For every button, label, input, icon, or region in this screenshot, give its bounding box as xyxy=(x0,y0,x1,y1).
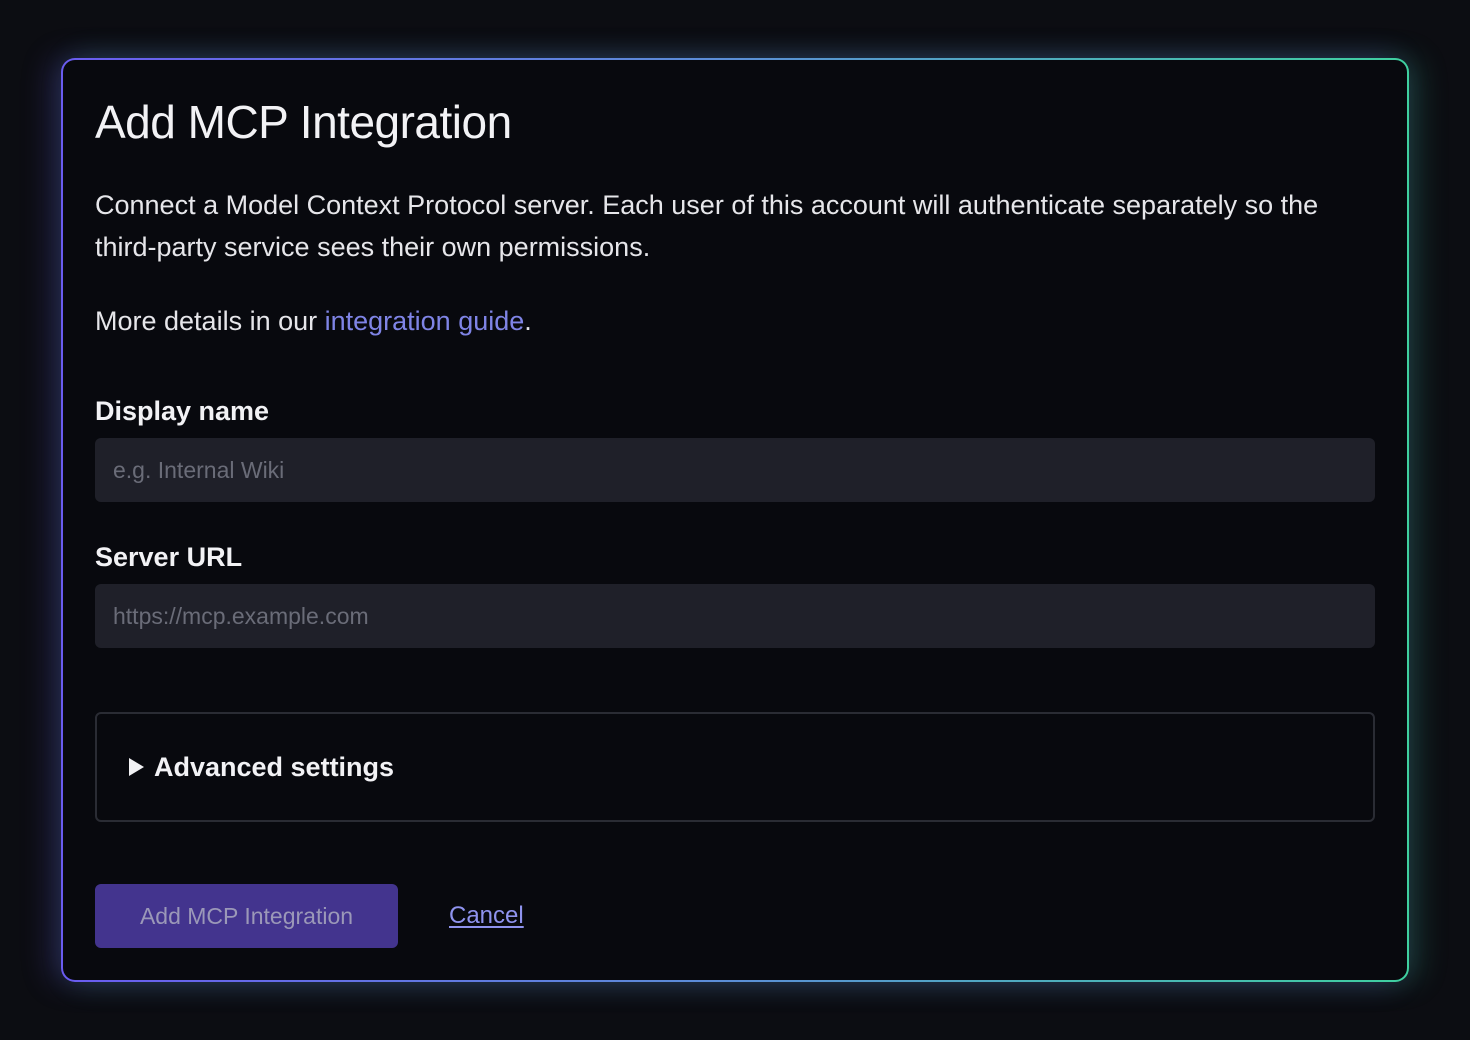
add-mcp-integration-dialog: Add MCP Integration Connect a Model Cont… xyxy=(63,60,1407,980)
integration-guide-link[interactable]: integration guide xyxy=(325,306,525,336)
advanced-settings-toggle[interactable]: Advanced settings xyxy=(95,712,1375,822)
server-url-label: Server URL xyxy=(95,542,243,572)
triangle-right-icon xyxy=(129,758,144,776)
add-mcp-integration-button[interactable]: Add MCP Integration xyxy=(95,884,398,948)
more-details-text: More details in our integration guide. xyxy=(95,300,532,342)
more-details-suffix: . xyxy=(524,306,532,336)
advanced-settings-label: Advanced settings xyxy=(154,751,395,782)
dialog-title: Add MCP Integration xyxy=(95,96,512,148)
display-name-input[interactable] xyxy=(95,438,1375,502)
more-details-prefix: More details in our xyxy=(95,306,325,336)
server-url-input[interactable] xyxy=(95,584,1375,648)
cancel-link[interactable]: Cancel xyxy=(449,898,524,934)
dialog-description: Connect a Model Context Protocol server.… xyxy=(95,190,1319,262)
dialog-frame: Add MCP Integration Connect a Model Cont… xyxy=(61,58,1409,982)
display-name-label: Display name xyxy=(95,396,270,426)
